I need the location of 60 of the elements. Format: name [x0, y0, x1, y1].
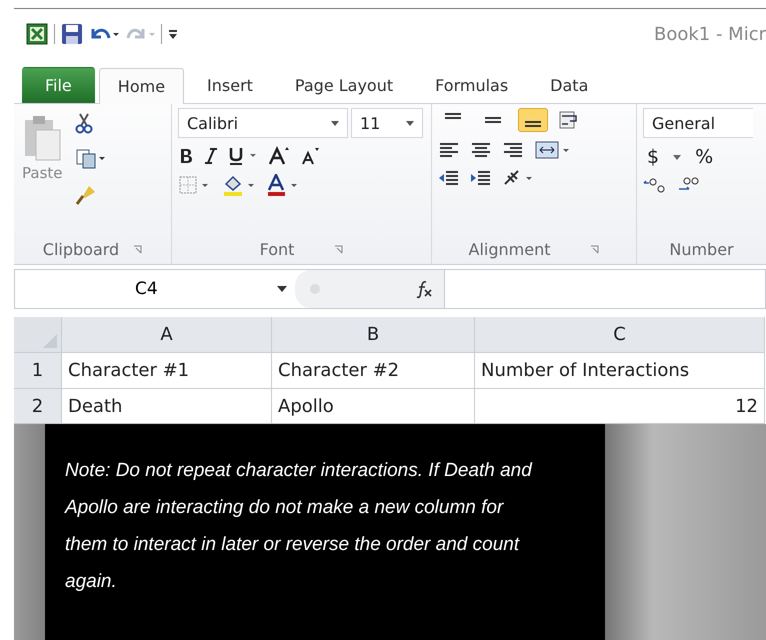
number-format-dropdown[interactable]: General [643, 108, 753, 138]
format-painter-icon[interactable] [74, 184, 96, 206]
row-header[interactable]: 1 [14, 353, 62, 389]
italic-icon[interactable] [204, 147, 218, 165]
caret-icon[interactable] [673, 154, 682, 160]
spreadsheet-logo-icon[interactable] [26, 23, 48, 45]
group-label: Font [260, 240, 294, 258]
align-center-icon[interactable] [470, 141, 492, 159]
shrink-font-icon[interactable] [300, 146, 320, 166]
column-header[interactable]: A [62, 317, 272, 353]
group-label: Alignment [468, 240, 550, 258]
save-icon[interactable] [61, 23, 83, 45]
column-header[interactable]: B [272, 317, 475, 353]
caret-icon [331, 120, 339, 126]
ribbon-tab[interactable]: Formulas [416, 67, 528, 103]
font-color-icon[interactable] [266, 174, 300, 196]
window-title: Book1 - Micr [654, 24, 766, 44]
customize-toolbar-icon[interactable] [168, 27, 178, 41]
dialog-launcher-icon[interactable] [334, 244, 344, 254]
column-header[interactable]: C [475, 317, 765, 353]
increase-indent-icon[interactable] [470, 169, 492, 187]
increase-decimal-icon[interactable] [643, 176, 667, 194]
row-header[interactable]: 2 [14, 389, 62, 424]
underline-icon[interactable] [228, 146, 258, 166]
align-right-icon[interactable] [502, 141, 524, 159]
triangle-icon [43, 334, 57, 348]
file-tab[interactable]: File [22, 67, 95, 103]
grow-font-icon[interactable] [268, 146, 290, 166]
ribbon-tab[interactable]: Page Layout [276, 67, 412, 103]
group-label: Clipboard [42, 240, 120, 258]
wrap-text-icon[interactable] [558, 110, 580, 130]
table-cell: Character #1 [62, 353, 272, 389]
copy-icon[interactable] [74, 148, 104, 170]
bold-icon[interactable] [178, 147, 194, 165]
align-button[interactable] [518, 108, 548, 132]
vertical-align-icon [445, 113, 461, 119]
fill-color-icon[interactable] [222, 174, 256, 196]
percent-button[interactable]: % [691, 146, 718, 168]
note-text: Note: Do not repeat character interactions. If Death and Apollo are interacting do not make a new column for them to interact in later or reverse the order and count again. [65, 459, 534, 594]
table-cell: Death [62, 389, 272, 424]
table-cell: 12 [475, 389, 765, 424]
ribbon-tab[interactable]: Home [98, 68, 184, 104]
dialog-launcher-icon[interactable] [590, 244, 600, 254]
scissors-icon[interactable] [74, 112, 92, 134]
currency-button[interactable]: $ [643, 146, 664, 168]
table-cell: Number of Interactions [475, 353, 765, 389]
align-left-icon[interactable] [438, 141, 460, 159]
vertical-align-icon [525, 121, 541, 127]
table-cell: Apollo [272, 389, 475, 424]
dialog-launcher-icon[interactable] [133, 244, 142, 254]
vertical-align-icon [485, 117, 501, 123]
caret-icon [406, 120, 414, 126]
table-cell: Character #2 [272, 353, 475, 389]
decrease-indent-icon[interactable] [438, 169, 460, 187]
group-label: Number [669, 240, 734, 258]
ribbon-tab[interactable]: Data [531, 67, 608, 103]
font-size-dropdown[interactable]: 11 [351, 108, 423, 138]
font-name-dropdown[interactable]: Calibri [178, 108, 348, 138]
merge-center-icon[interactable] [534, 140, 570, 160]
ribbon-tab[interactable]: Insert [188, 67, 272, 103]
